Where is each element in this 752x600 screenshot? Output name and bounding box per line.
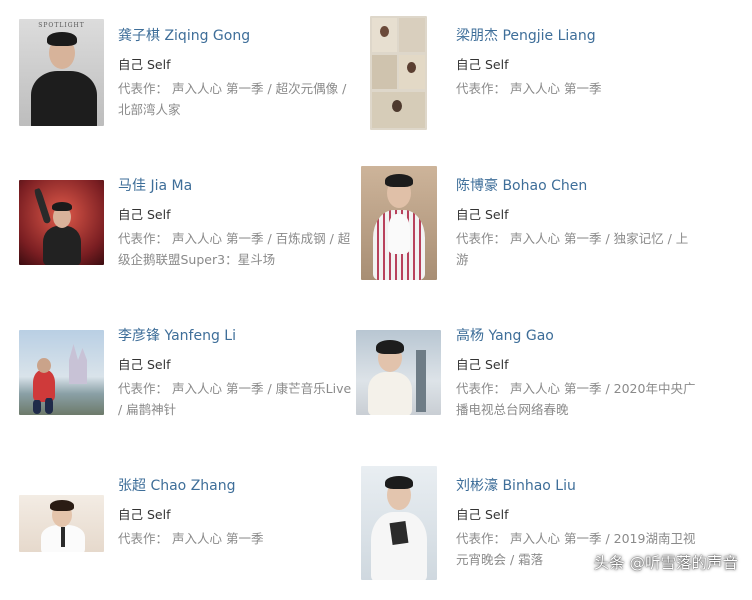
works-text: 代表作： 声入人心 第一季 <box>456 78 696 99</box>
cast-card: 马佳 Jia Ma 自己 Self 代表作： 声入人心 第一季 / 百炼成钢 /… <box>0 150 376 300</box>
works-text: 代表作： 声入人心 第一季 / 2020年中央广播电视总台网络春晚 <box>456 378 696 420</box>
works-list: 声入人心 第一季 <box>510 81 602 96</box>
cast-card: 高杨 Yang Gao 自己 Self 代表作： 声入人心 第一季 / 2020… <box>356 300 752 450</box>
cast-card: 梁朋杰 Pengjie Liang 自己 Self 代表作： 声入人心 第一季 <box>370 0 752 150</box>
person-name[interactable]: 刘彬濠 Binhao Liu <box>456 475 576 495</box>
person-photo[interactable] <box>356 330 441 415</box>
person-photo[interactable] <box>361 166 437 280</box>
works-text: 代表作： 声入人心 第一季 / 超次元偶像 / 北部湾人家 <box>118 78 358 120</box>
role-label: 自己 Self <box>456 507 509 522</box>
role-label: 自己 Self <box>118 57 171 72</box>
works-text: 代表作： 声入人心 第一季 / 康芒音乐Live / 扁鹊神针 <box>118 378 358 420</box>
cast-card: SPOTLIGHT 龚子棋 Ziqing Gong 自己 Self 代表作： 声… <box>0 0 376 150</box>
watermark-text: 头条 @听雪落的声音 <box>593 554 738 572</box>
works-text: 代表作： 声入人心 第一季 / 百炼成钢 / 超级企鹅联盟Super3：星斗场 <box>118 228 358 270</box>
works-text: 代表作： 声入人心 第一季 / 独家记忆 / 上游 <box>456 228 696 270</box>
works-prefix: 代表作： <box>456 231 507 246</box>
person-name[interactable]: 李彦锋 Yanfeng Li <box>118 325 236 345</box>
person-name[interactable]: 高杨 Yang Gao <box>456 325 554 345</box>
role-label: 自己 Self <box>456 57 509 72</box>
photo-tag: SPOTLIGHT <box>38 22 85 29</box>
person-name[interactable]: 张超 Chao Zhang <box>118 475 236 495</box>
person-name[interactable]: 陈博豪 Bohao Chen <box>456 175 587 195</box>
works-prefix: 代表作： <box>118 81 169 96</box>
role-label: 自己 Self <box>456 207 509 222</box>
person-name[interactable]: 龚子棋 Ziqing Gong <box>118 25 250 45</box>
role-label: 自己 Self <box>118 207 171 222</box>
cast-card: 刘彬濠 Binhao Liu 自己 Self 代表作： 声入人心 第一季 / 2… <box>361 450 752 600</box>
person-name[interactable]: 梁朋杰 Pengjie Liang <box>456 25 596 45</box>
works-prefix: 代表作： <box>118 231 169 246</box>
role-label: 自己 Self <box>456 357 509 372</box>
role-label: 自己 Self <box>118 507 171 522</box>
cast-card: 张超 Chao Zhang 自己 Self 代表作： 声入人心 第一季 <box>0 450 376 600</box>
role-label: 自己 Self <box>118 357 171 372</box>
works-prefix: 代表作： <box>456 531 507 546</box>
works-prefix: 代表作： <box>118 531 169 546</box>
person-photo[interactable] <box>361 466 437 580</box>
person-photo[interactable] <box>19 330 104 415</box>
person-name[interactable]: 马佳 Jia Ma <box>118 175 192 195</box>
works-prefix: 代表作： <box>456 81 507 96</box>
works-prefix: 代表作： <box>456 381 507 396</box>
works-list: 声入人心 第一季 <box>172 531 264 546</box>
person-photo[interactable] <box>19 495 104 552</box>
works-prefix: 代表作： <box>118 381 169 396</box>
person-photo[interactable] <box>19 180 104 265</box>
person-photo[interactable] <box>370 16 427 130</box>
works-text: 代表作： 声入人心 第一季 <box>118 528 358 549</box>
cast-card: 李彦锋 Yanfeng Li 自己 Self 代表作： 声入人心 第一季 / 康… <box>0 300 376 450</box>
cast-grid: SPOTLIGHT 龚子棋 Ziqing Gong 自己 Self 代表作： 声… <box>0 0 752 585</box>
cast-card: 陈博豪 Bohao Chen 自己 Self 代表作： 声入人心 第一季 / 独… <box>361 150 752 300</box>
person-photo[interactable]: SPOTLIGHT <box>19 19 104 126</box>
